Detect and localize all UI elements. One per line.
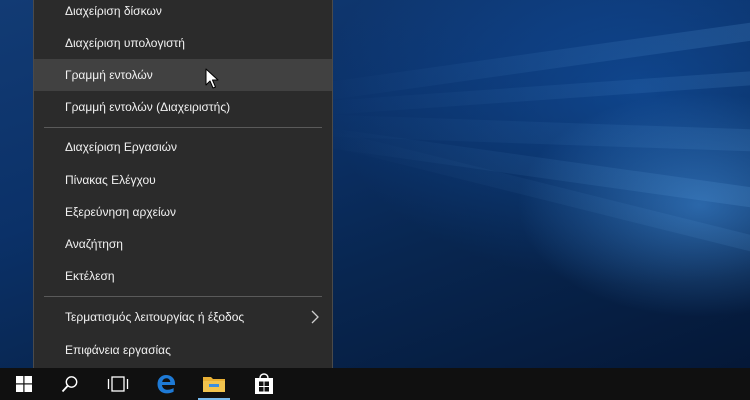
menu-item-label: Επιφάνεια εργασίας [65,343,171,357]
search-button[interactable] [46,368,94,400]
menu-item-command-prompt[interactable]: Γραμμή εντολών [34,59,332,91]
mouse-cursor-icon [205,68,219,89]
menu-item-computer-management[interactable]: Διαχείριση υπολογιστή [34,27,332,59]
menu-item-run[interactable]: Εκτέλεση [34,260,332,292]
menu-item-label: Πίνακας Ελέγχου [65,173,156,187]
windows-start-icon [16,376,32,392]
power-user-context-menu: Διαχείριση δίσκων Διαχείριση υπολογιστή … [33,0,333,373]
file-explorer-button[interactable] [190,368,238,400]
menu-item-shutdown-or-sign-out[interactable]: Τερματισμός λειτουργίας ή έξοδος [34,301,332,333]
menu-item-label: Αναζήτηση [65,237,123,251]
menu-item-label: Εκτέλεση [65,269,115,283]
file-explorer-icon [203,377,225,392]
menu-item-label: Διαχείριση Εργασιών [65,140,178,154]
menu-item-label: Γραμμή εντολών [65,68,153,82]
menu-item-label: Τερματισμός λειτουργίας ή έξοδος [65,310,245,324]
menu-item-label: Διαχείριση υπολογιστή [65,36,185,50]
menu-separator [44,127,322,128]
menu-item-desktop[interactable]: Επιφάνεια εργασίας [34,334,332,366]
menu-item-control-panel[interactable]: Πίνακας Ελέγχου [34,164,332,196]
menu-item-task-manager[interactable]: Διαχείριση Εργασιών [34,131,332,163]
menu-item-label: Διαχείριση δίσκων [65,4,162,18]
edge-browser-icon [157,375,175,394]
menu-item-label: Εξερεύνηση αρχείων [65,205,176,219]
taskbar [0,368,750,400]
edge-browser-button[interactable] [142,368,190,400]
menu-item-search[interactable]: Αναζήτηση [34,228,332,260]
menu-separator [44,296,322,297]
menu-item-file-explorer[interactable]: Εξερεύνηση αρχείων [34,196,332,228]
start-button[interactable] [0,368,48,400]
chevron-right-icon [311,310,319,324]
menu-item-command-prompt-admin[interactable]: Γραμμή εντολών (Διαχειριστής) [34,91,332,123]
menu-item-disk-management[interactable]: Διαχείριση δίσκων [34,0,332,27]
search-icon [61,376,78,393]
store-button[interactable] [240,368,288,400]
task-view-button[interactable] [94,368,142,400]
store-icon [255,373,273,394]
menu-item-label: Γραμμή εντολών (Διαχειριστής) [65,100,231,114]
task-view-icon [107,376,129,392]
